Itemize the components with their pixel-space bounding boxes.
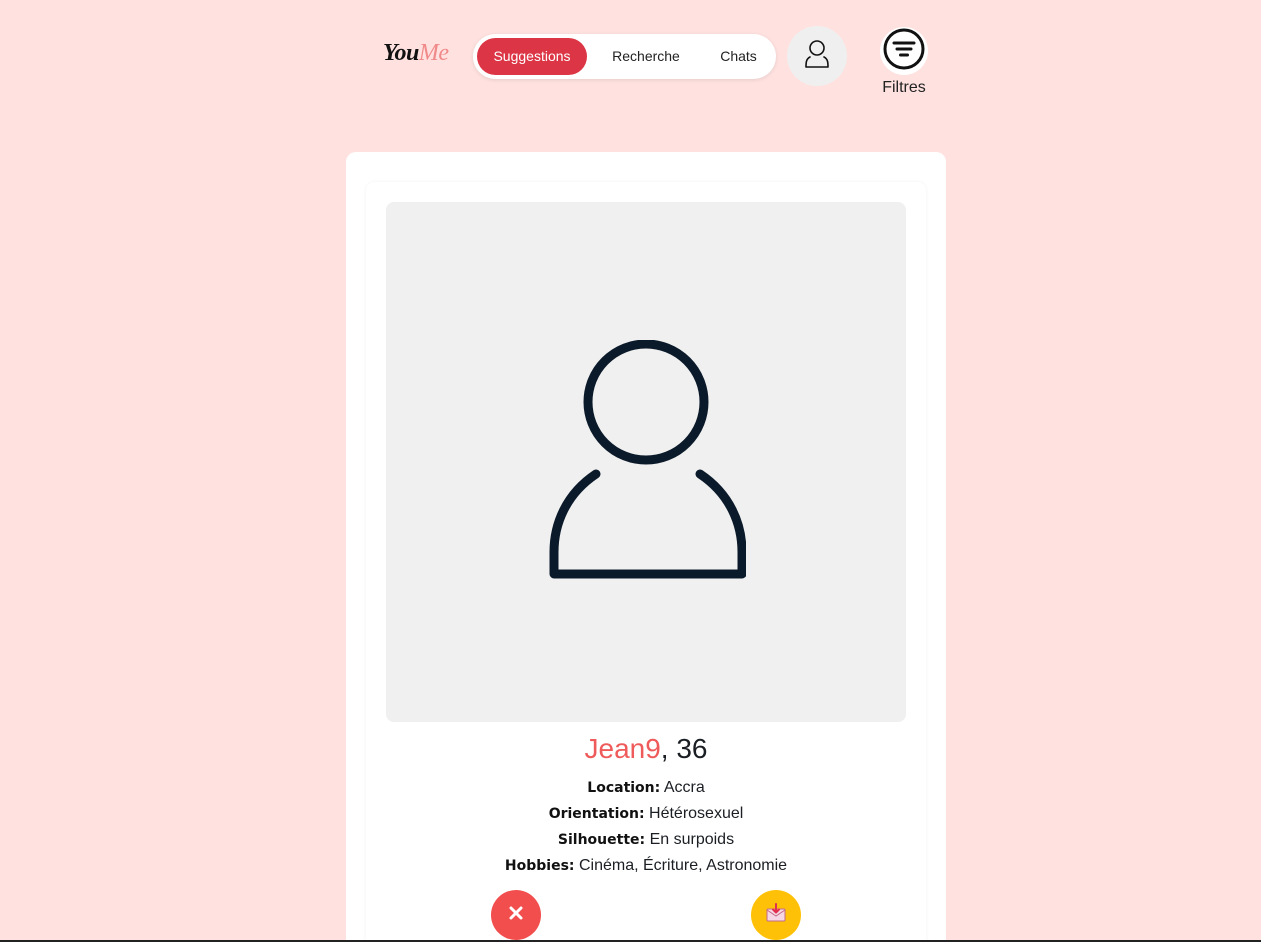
- page: You Me Suggestions Recherche Chats Filtr…: [0, 0, 1261, 942]
- filter-button[interactable]: [880, 27, 928, 75]
- profile-button[interactable]: [787, 26, 847, 86]
- filter-control: Filtres: [878, 27, 930, 97]
- detail-value: Accra: [663, 779, 705, 796]
- detail-key: Location:: [587, 780, 661, 796]
- user-outline-icon: [804, 39, 830, 74]
- tab-suggestions[interactable]: Suggestions: [477, 38, 587, 75]
- detail-value: En surpoids: [649, 831, 735, 848]
- detail-value: Cinéma, Écriture, Astronomie: [578, 857, 788, 874]
- detail-key: Orientation:: [548, 806, 645, 822]
- user-placeholder-icon: [546, 339, 747, 585]
- profile-card: Jean9, 36 Location: Accra Orientation: H…: [366, 182, 926, 942]
- close-icon: [508, 905, 524, 926]
- filter-lines-icon: [882, 27, 926, 76]
- profile-name-age: Jean9, 36: [366, 732, 926, 766]
- tab-recherche[interactable]: Recherche: [587, 38, 705, 75]
- envelope-icon: [765, 902, 787, 928]
- profile-details: Location: Accra Orientation: Hétérosexue…: [366, 775, 926, 879]
- detail-row-location: Location: Accra: [366, 775, 926, 801]
- suggestion-card: Jean9, 36 Location: Accra Orientation: H…: [346, 152, 946, 942]
- profile-age: , 36: [660, 733, 708, 764]
- profile-username[interactable]: Jean9: [585, 733, 661, 764]
- main-nav: Suggestions Recherche Chats: [473, 34, 776, 79]
- reject-button[interactable]: [491, 890, 541, 940]
- logo-part-me: Me: [418, 40, 449, 66]
- detail-key: Silhouette:: [557, 832, 646, 848]
- app-logo[interactable]: You Me: [383, 40, 449, 74]
- detail-row-orientation: Orientation: Hétérosexuel: [366, 801, 926, 827]
- filter-label: Filtres: [882, 79, 926, 96]
- detail-key: Hobbies:: [504, 858, 575, 874]
- profile-photo: [386, 202, 906, 722]
- detail-value: Hétérosexuel: [649, 805, 744, 822]
- detail-row-silhouette: Silhouette: En surpoids: [366, 827, 926, 853]
- detail-row-hobbies: Hobbies: Cinéma, Écriture, Astronomie: [366, 853, 926, 879]
- tab-chats[interactable]: Chats: [705, 38, 772, 75]
- logo-part-you: You: [383, 40, 419, 66]
- message-button[interactable]: [751, 890, 801, 940]
